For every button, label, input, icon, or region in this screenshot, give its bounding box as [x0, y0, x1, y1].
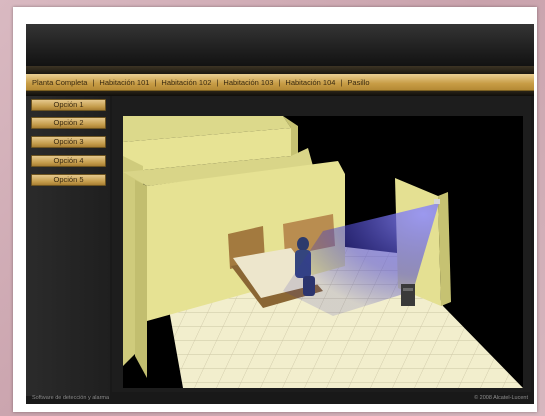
room-3d-view[interactable] [123, 116, 523, 388]
alarm-box [401, 284, 415, 306]
tab-separator: | [278, 77, 281, 87]
footer-left-text: Software de detección y alarma [32, 395, 110, 401]
app-window: Planta Completa | Habitación 101 | Habit… [26, 24, 534, 404]
motion-sensor [434, 199, 440, 204]
header-divider [26, 66, 534, 74]
tab-habitacion-101[interactable]: Habitación 101 [99, 78, 149, 87]
room-tab-bar: Planta Completa | Habitación 101 | Habit… [26, 74, 534, 91]
tab-habitacion-103[interactable]: Habitación 103 [223, 78, 273, 87]
option-2-button[interactable]: Opción 2 [31, 117, 106, 129]
tab-separator: | [340, 77, 343, 87]
option-3-button[interactable]: Opción 3 [31, 136, 106, 148]
middle-wall-edge [135, 180, 147, 378]
footer-right-text: © 2008 Alcatel-Lucent [474, 395, 528, 401]
room-render [123, 116, 523, 388]
tab-habitacion-104[interactable]: Habitación 104 [285, 78, 335, 87]
room-viewport [112, 96, 531, 392]
tab-separator: | [154, 77, 157, 87]
sidebar: Opción 1 Opción 2 Opción 3 Opción 4 Opci… [26, 96, 110, 396]
option-4-button[interactable]: Opción 4 [31, 155, 106, 167]
tab-separator: | [92, 77, 95, 87]
option-1-button[interactable]: Opción 1 [31, 99, 106, 111]
person-head [297, 237, 309, 251]
tab-planta-completa[interactable]: Planta Completa [32, 78, 87, 87]
tab-pasillo[interactable]: Pasillo [347, 78, 369, 87]
header-banner [26, 24, 534, 66]
tab-habitacion-102[interactable]: Habitación 102 [161, 78, 211, 87]
tab-separator: | [216, 77, 219, 87]
option-5-button[interactable]: Opción 5 [31, 174, 106, 186]
